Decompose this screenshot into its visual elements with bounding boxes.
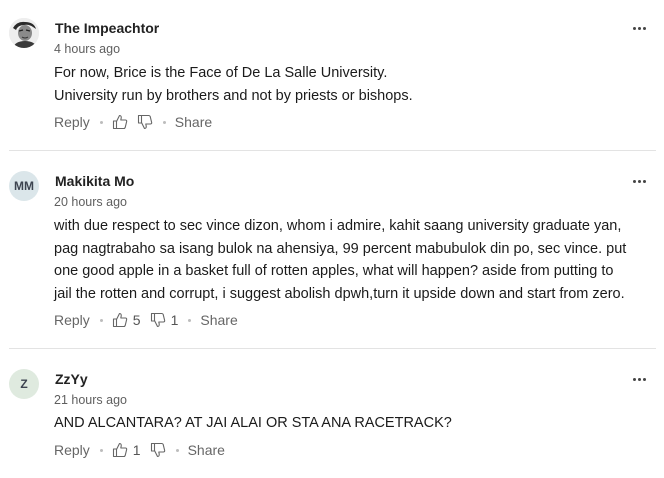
dislike-button[interactable]: 1 xyxy=(150,312,179,328)
divider xyxy=(9,348,656,349)
comment-body-line: For now, Brice is the Face of De La Sall… xyxy=(54,65,388,81)
comment-author[interactable]: ZzYy xyxy=(55,371,88,387)
separator-dot xyxy=(99,120,103,124)
dislike-button[interactable] xyxy=(150,442,166,458)
comment-author[interactable]: Makikita Mo xyxy=(55,173,134,189)
more-options-button[interactable] xyxy=(628,21,650,35)
more-options-button[interactable] xyxy=(628,372,650,386)
like-button[interactable] xyxy=(112,114,128,130)
more-horizontal-icon-dot xyxy=(637,179,641,183)
more-horizontal-icon xyxy=(632,377,636,381)
share-button[interactable]: Share xyxy=(175,114,212,130)
separator-dot xyxy=(188,318,192,322)
thumbs-up-icon xyxy=(112,114,128,130)
comment-body-line: one good apple in a basket full of rotte… xyxy=(54,263,614,279)
thumbs-up-icon xyxy=(112,442,128,458)
avatar[interactable] xyxy=(9,18,39,48)
thumbs-down-icon xyxy=(150,442,165,458)
comment-body: with due respect to sec vince dizon, who… xyxy=(54,215,654,305)
more-horizontal-icon-dot xyxy=(642,179,646,183)
reply-button[interactable]: Reply xyxy=(54,114,90,130)
share-button[interactable]: Share xyxy=(200,312,237,328)
more-horizontal-icon-dot xyxy=(637,377,641,381)
like-button[interactable]: 5 xyxy=(112,312,141,328)
comment-timestamp[interactable]: 4 hours ago xyxy=(54,42,120,56)
avatar[interactable]: Z xyxy=(9,369,39,399)
separator-dot xyxy=(99,448,103,452)
separator-dot xyxy=(162,120,166,124)
thumbs-down-icon xyxy=(137,114,153,130)
comment-body-line: pag nagtrabaho sa isang bulok na ahensiy… xyxy=(54,240,627,257)
comment-body: For now, Brice is the Face of De La Sall… xyxy=(54,62,654,107)
dislike-count: 1 xyxy=(170,312,179,328)
like-count: 5 xyxy=(132,312,141,328)
comment-body-line: jail the rotten and corrupt, i suggest a… xyxy=(54,285,625,302)
dislike-button[interactable] xyxy=(137,114,153,130)
divider xyxy=(9,150,656,151)
separator-dot xyxy=(175,448,179,452)
thumbs-down-icon xyxy=(150,312,165,328)
avatar-initials: Z xyxy=(20,377,28,391)
user-photo-avatar xyxy=(9,18,39,48)
avatar-initials: MM xyxy=(14,179,34,193)
more-options-button[interactable] xyxy=(628,174,650,188)
like-button[interactable]: 1 xyxy=(112,442,141,458)
comment-actions: Reply Share xyxy=(54,113,212,131)
more-horizontal-icon-dot xyxy=(642,377,646,381)
comment-actions: Reply 5 1 Share xyxy=(54,311,238,329)
comment-body-line: University run by brothers and not by pr… xyxy=(54,87,413,104)
more-horizontal-icon xyxy=(632,179,636,183)
comment-body: AND ALCANTARA? AT JAI ALAI OR STA ANA RA… xyxy=(54,412,654,435)
reply-button[interactable]: Reply xyxy=(54,442,90,458)
more-horizontal-icon-dot xyxy=(642,26,646,30)
separator-dot xyxy=(99,318,103,322)
share-button[interactable]: Share xyxy=(188,442,225,458)
like-count: 1 xyxy=(132,442,141,458)
comment-body-line: with due respect to sec vince dizon, who… xyxy=(54,218,622,234)
comment-author[interactable]: The Impeachtor xyxy=(55,20,159,36)
more-horizontal-icon-dot xyxy=(637,26,641,30)
thumbs-up-icon xyxy=(112,312,128,328)
avatar[interactable]: MM xyxy=(9,171,39,201)
comment-body-line: AND ALCANTARA? AT JAI ALAI OR STA ANA RA… xyxy=(54,415,452,431)
comment-actions: Reply 1 Share xyxy=(54,441,225,459)
comment-timestamp[interactable]: 21 hours ago xyxy=(54,393,127,407)
comment-timestamp[interactable]: 20 hours ago xyxy=(54,195,127,209)
reply-button[interactable]: Reply xyxy=(54,312,90,328)
more-horizontal-icon xyxy=(632,26,636,30)
